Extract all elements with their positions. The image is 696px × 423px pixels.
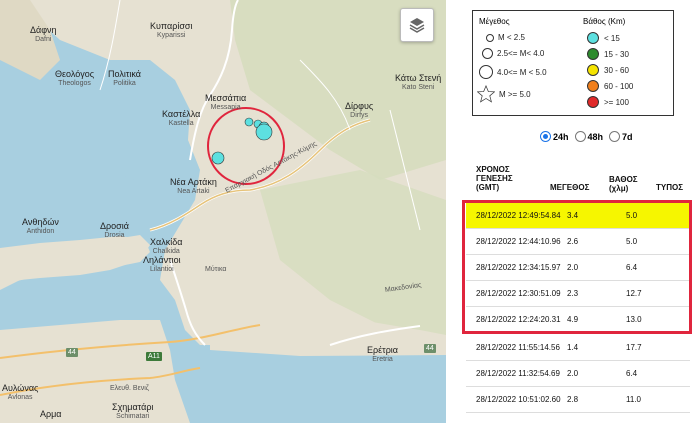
road-label-mytika: Μύτικα	[205, 266, 227, 273]
map-view[interactable]: Δάφνη Dafni Κυπαρίσσι Kyparissi Θεολόγος Th…	[0, 0, 446, 423]
header-magnitude: ΜΕΓΕΘΟΣ	[550, 183, 590, 192]
period-selector: 24h 48h 7d	[536, 131, 633, 142]
place-messapia: Μεσσάπια Messapia	[205, 93, 247, 112]
place-drosia: Δροσιά Drosia	[100, 221, 129, 240]
road-badge-44-east: 44	[424, 344, 436, 353]
legend-depth-5: >= 100	[587, 96, 629, 108]
layers-icon	[409, 18, 425, 33]
legend-depth-3: 30 - 60	[587, 64, 629, 76]
legend-mag-2: 2.5<= M< 4.0	[481, 48, 544, 59]
layers-button[interactable]	[400, 8, 434, 42]
place-politika: Πολιτικά Politika	[108, 69, 141, 88]
place-dafni: Δάφνη Dafni	[30, 25, 57, 44]
radio-7d-label: 7d	[622, 131, 633, 142]
place-anthidon: Ανθηδών Anthidon	[22, 217, 59, 236]
header-time: ΧΡΟΝΟΣ ΓΕΝΕΣΗΣ (GMT)	[476, 165, 513, 192]
legend-depth-4: 60 - 100	[587, 80, 633, 92]
table-row[interactable]: 28/12/2022 11:55:14.56 1.4 17.7	[466, 334, 690, 361]
legend-depth-title: Βάθος (Km)	[583, 17, 626, 26]
place-arma: Αρμα	[40, 409, 62, 419]
table-row[interactable]: 28/12/2022 11:32:54.69 2.0 6.4	[466, 360, 690, 387]
place-eretria: Ερέτρια Eretria	[367, 345, 399, 364]
legend-magnitude-title: Μέγεθος	[479, 17, 510, 26]
radio-48h-label: 48h	[587, 131, 604, 142]
radio-24h-label: 24h	[553, 131, 569, 142]
place-avlonas: Αυλώνας Avlonas	[2, 383, 39, 402]
place-theologos: Θεολόγος Theologos	[55, 69, 95, 88]
radio-48h[interactable]	[574, 131, 586, 142]
place-chalkida: Χαλκίδα Chalkida	[150, 237, 183, 256]
radio-7d[interactable]	[609, 131, 621, 142]
star-icon	[477, 85, 495, 103]
place-dirfys: Δίρφυς Dirfys	[345, 101, 374, 120]
road-badge-44: 44	[66, 348, 78, 357]
legend-depth-1: < 15	[587, 32, 620, 44]
place-kastella: Καστέλλα Kastella	[162, 109, 201, 128]
place-kyparissi: Κυπαρίσσι Kyparissi	[150, 21, 193, 40]
legend-mag-3: 4.0<= M < 5.0	[479, 65, 547, 79]
road-badge-a11: Α11	[146, 352, 162, 361]
place-kato-steni: Κάτω Στενή Kato Steni	[395, 73, 442, 92]
legend-mag-4: M >= 5.0	[477, 85, 531, 103]
legend-depth-2: 15 - 30	[587, 48, 629, 60]
legend: Μέγεθος Βάθος (Km) M < 2.5 2.5<= M< 4.0 …	[472, 10, 674, 116]
legend-mag-1: M < 2.5	[483, 33, 525, 42]
highlight-box	[462, 200, 692, 334]
road-label-eleftherios: Ελευθ. Βενιζ	[110, 385, 149, 392]
header-depth: ΒΑΘΟΣ (χλμ)	[609, 175, 638, 193]
header-type: ΤΥΠΟΣ	[656, 183, 684, 192]
radio-24h[interactable]	[540, 131, 551, 142]
place-schimatari: Σχηματάρι Schimatari	[112, 402, 154, 421]
table-row[interactable]: 28/12/2022 10:51:02.60 2.8 11.0	[466, 386, 690, 413]
place-lilantioi: Ληλάντιοι Lilantioi	[143, 255, 181, 274]
place-nea-artaki: Νέα Αρτάκη Nea Artaki	[170, 177, 217, 196]
